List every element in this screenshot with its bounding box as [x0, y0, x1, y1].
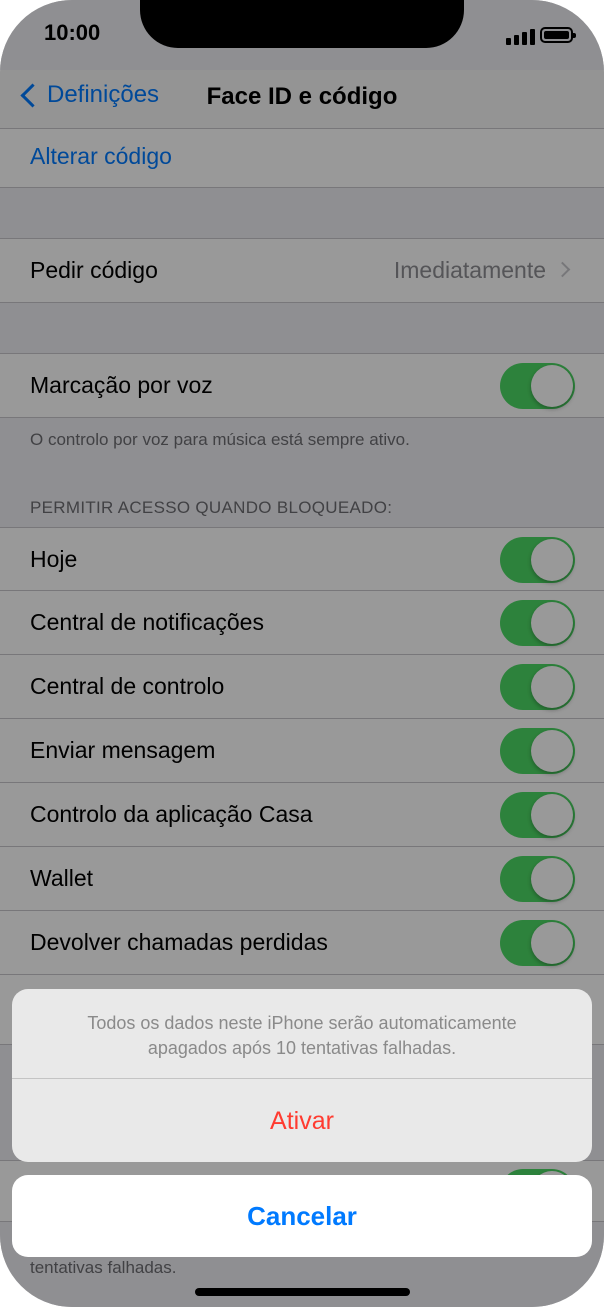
- activate-button[interactable]: Ativar: [12, 1080, 592, 1162]
- phone-frame: 10:00 Definições Face ID e código Altera…: [0, 0, 604, 1307]
- action-sheet: Todos os dados neste iPhone serão automa…: [12, 989, 592, 1162]
- action-sheet-message: Todos os dados neste iPhone serão automa…: [12, 989, 592, 1079]
- cancel-button[interactable]: Cancelar: [12, 1175, 592, 1257]
- home-indicator[interactable]: [195, 1288, 410, 1296]
